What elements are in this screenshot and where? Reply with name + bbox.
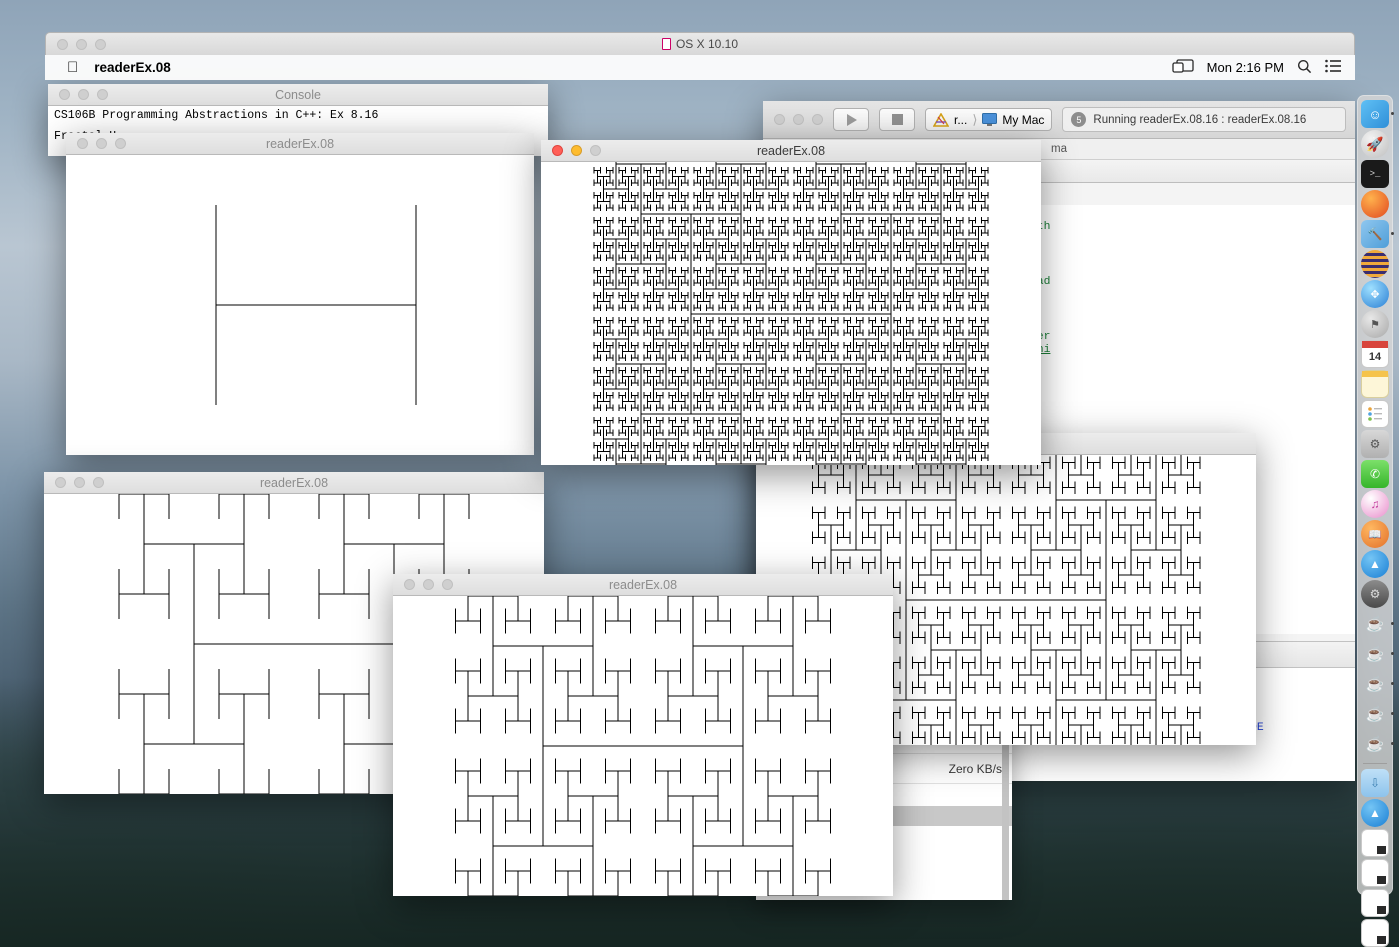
console-line-1: CS106B Programming Abstractions in C++: … bbox=[54, 109, 379, 122]
window-title: readerEx.08 bbox=[756, 143, 826, 158]
minimize-button[interactable] bbox=[793, 114, 804, 125]
reminders-icon[interactable] bbox=[1361, 400, 1389, 428]
preferences-gear-icon[interactable]: ⚙ bbox=[1361, 580, 1389, 608]
close-button[interactable] bbox=[774, 114, 785, 125]
close-button[interactable] bbox=[77, 138, 88, 149]
notes-icon[interactable] bbox=[1361, 370, 1389, 398]
terminal-icon[interactable]: >_ bbox=[1361, 160, 1389, 188]
run-play-icon bbox=[846, 113, 857, 126]
firefox-icon[interactable] bbox=[1361, 190, 1389, 218]
console-window-title: Console bbox=[275, 87, 321, 102]
safari-icon[interactable]: ✥ bbox=[1361, 280, 1389, 308]
document-stack-icon[interactable] bbox=[1361, 919, 1389, 947]
calendar-day: 14 bbox=[1368, 351, 1382, 363]
airplay-icon[interactable] bbox=[1172, 58, 1194, 77]
dock-separator bbox=[1363, 763, 1387, 764]
vm-window-traffic-lights[interactable] bbox=[46, 38, 106, 50]
disk-utility-icon[interactable]: ⚑ bbox=[1361, 310, 1389, 338]
maximize-button[interactable] bbox=[115, 138, 126, 149]
java-app-icon[interactable]: ☕ bbox=[1361, 670, 1394, 698]
scheme-selector[interactable]: r... ⟩ My Mac bbox=[925, 108, 1053, 131]
maximize-button[interactable] bbox=[442, 579, 453, 590]
textmate-icon[interactable] bbox=[1361, 250, 1389, 278]
maximize-button[interactable] bbox=[97, 89, 108, 100]
status-step-badge: 5 bbox=[1071, 112, 1087, 127]
window-titlebar[interactable]: readerEx.08 bbox=[393, 574, 893, 596]
close-button[interactable] bbox=[55, 477, 66, 488]
minimize-button[interactable] bbox=[74, 477, 85, 488]
menubar-app-name[interactable]: readerEx.08 bbox=[94, 60, 171, 75]
document-stack-icon[interactable] bbox=[1361, 859, 1389, 887]
close-button[interactable] bbox=[404, 579, 415, 590]
vm-window-title: OS X 10.10 bbox=[46, 37, 1354, 51]
maximize-button[interactable] bbox=[95, 38, 106, 50]
app-store-icon[interactable]: ▲ bbox=[1361, 550, 1389, 578]
graphics-window-order5-active[interactable]: readerEx.08 bbox=[541, 140, 1041, 465]
maximize-button[interactable] bbox=[812, 114, 823, 125]
notification-center-icon[interactable] bbox=[1325, 59, 1341, 76]
messages-icon[interactable]: ✆ bbox=[1361, 460, 1389, 488]
console-titlebar[interactable]: Console bbox=[48, 84, 548, 106]
downloads-folder-icon[interactable]: ⇩ bbox=[1361, 769, 1389, 797]
minimize-button[interactable] bbox=[96, 138, 107, 149]
stop-button[interactable] bbox=[879, 108, 915, 131]
itunes-icon[interactable]: ♫ bbox=[1361, 490, 1389, 518]
close-button[interactable] bbox=[59, 89, 70, 100]
fractal-canvas bbox=[393, 596, 893, 896]
dock[interactable]: ☺ 🚀 >_ 🔨 ✥ ⚑ 14 ⚙ ✆ ♫ 📖 ▲ ⚙ ☕ ☕ ☕ ☕ ☕ ⇩ … bbox=[1357, 95, 1394, 947]
apple-logo-icon[interactable]:  bbox=[67, 60, 78, 75]
window-title: readerEx.08 bbox=[259, 475, 329, 490]
calendar-icon[interactable]: 14 bbox=[1361, 340, 1389, 368]
window-titlebar[interactable]: readerEx.08 bbox=[44, 472, 544, 494]
document-stack-icon[interactable] bbox=[1361, 829, 1389, 857]
launchpad-icon[interactable]: 🚀 bbox=[1361, 130, 1389, 158]
close-button[interactable] bbox=[552, 145, 563, 156]
ibooks-icon[interactable]: 📖 bbox=[1361, 520, 1389, 548]
status-text: Running readerEx.08.16 : readerEx.08.16 bbox=[1093, 113, 1307, 126]
system-preferences-icon[interactable]: ⚙ bbox=[1361, 430, 1389, 458]
scheme-name: r... bbox=[954, 112, 968, 127]
graphics-window-order3[interactable]: readerEx.08 bbox=[393, 574, 893, 896]
document-stack-icon[interactable] bbox=[1361, 889, 1389, 917]
window-titlebar[interactable]: readerEx.08 bbox=[66, 133, 534, 155]
fractal-canvas bbox=[541, 162, 1041, 465]
graphics-window-order0[interactable]: readerEx.08 bbox=[66, 133, 534, 455]
vm-icon bbox=[661, 38, 671, 50]
search-icon[interactable] bbox=[1297, 59, 1312, 77]
xcode-toolbar[interactable]: r... ⟩ My Mac 5 Running readerEx.08.16 :… bbox=[763, 101, 1355, 139]
maximize-button[interactable] bbox=[590, 145, 601, 156]
run-button[interactable] bbox=[833, 108, 869, 131]
scheme-separator-icon: ⟩ bbox=[972, 111, 978, 127]
app-store-updates-icon[interactable]: ▲ bbox=[1361, 799, 1389, 827]
maximize-button[interactable] bbox=[93, 477, 104, 488]
java-app-icon[interactable]: ☕ bbox=[1361, 700, 1394, 728]
display-icon bbox=[982, 113, 998, 126]
java-app-icon[interactable]: ☕ bbox=[1361, 610, 1394, 638]
window-title: readerEx.08 bbox=[265, 136, 335, 151]
xcode-status-bar: 5 Running readerEx.08.16 : readerEx.08.1… bbox=[1062, 107, 1346, 132]
fractal-canvas bbox=[66, 155, 534, 455]
finder-icon[interactable]: ☺ bbox=[1361, 100, 1394, 128]
stop-square-icon bbox=[891, 114, 903, 125]
destination-name: My Mac bbox=[1002, 112, 1045, 127]
close-button[interactable] bbox=[57, 38, 68, 50]
window-titlebar[interactable]: readerEx.08 bbox=[541, 140, 1041, 162]
java-app-icon[interactable]: ☕ bbox=[1361, 640, 1394, 668]
xcode-project-icon bbox=[933, 112, 949, 127]
java-app-icon[interactable]: ☕ bbox=[1361, 730, 1394, 758]
minimize-button[interactable] bbox=[76, 38, 87, 50]
xcode-icon[interactable]: 🔨 bbox=[1361, 220, 1394, 248]
minimize-button[interactable] bbox=[78, 89, 89, 100]
minimize-button[interactable] bbox=[571, 145, 582, 156]
vm-window-titlebar[interactable]: OS X 10.10 bbox=[45, 32, 1355, 55]
window-title: readerEx.08 bbox=[608, 577, 678, 592]
menu-bar[interactable]:  readerEx.08 Mon 2:16 PM bbox=[45, 55, 1355, 80]
minimize-button[interactable] bbox=[423, 579, 434, 590]
menubar-clock[interactable]: Mon 2:16 PM bbox=[1207, 60, 1284, 75]
